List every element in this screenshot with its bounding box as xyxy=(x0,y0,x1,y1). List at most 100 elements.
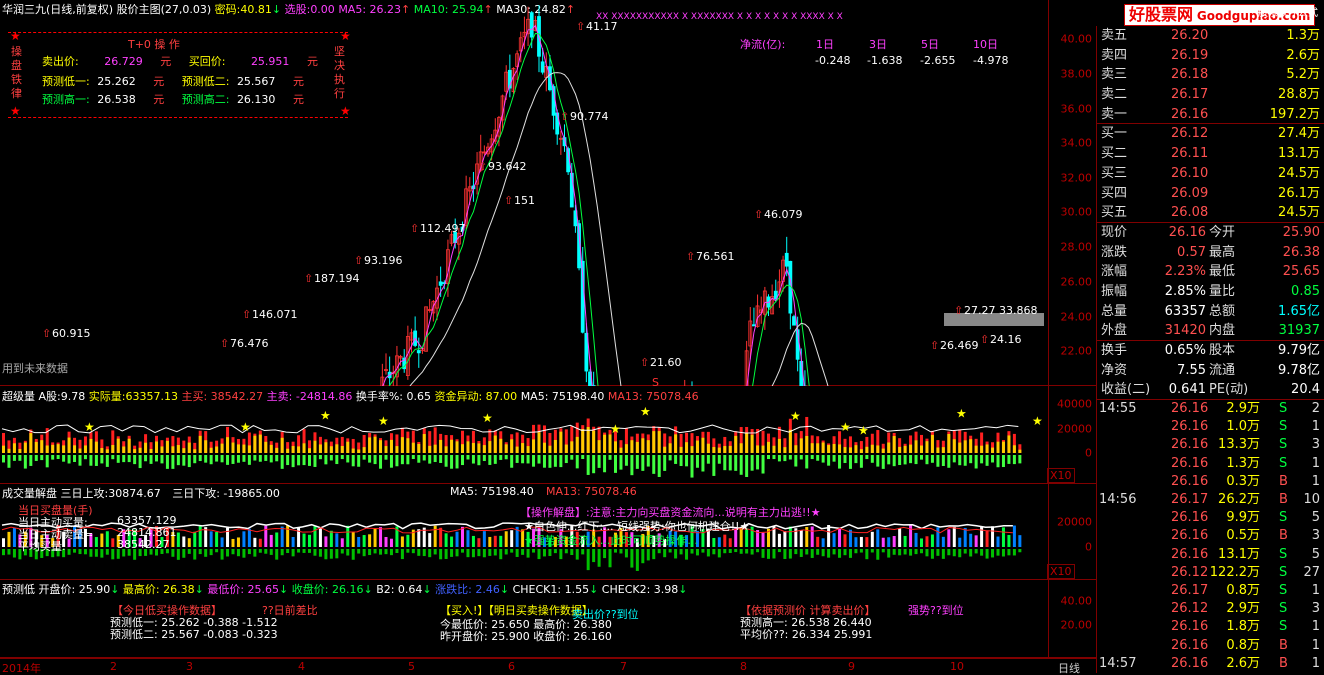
quote-value: 2.23% xyxy=(1164,264,1206,280)
volume-bar-main xyxy=(297,446,301,453)
volume-bar-main xyxy=(428,445,432,453)
volume-bar-sell xyxy=(198,455,202,462)
x10-button[interactable]: X10 xyxy=(1047,468,1075,483)
tick-row[interactable]: 26.16 9.9万 S 5 xyxy=(1097,509,1324,527)
price-tick: 28.00 xyxy=(1060,240,1093,254)
indicator-bar xyxy=(187,538,191,547)
volume-bar-main xyxy=(1018,449,1022,453)
tick-row[interactable]: 26.12 2.9万 S 3 xyxy=(1097,600,1324,618)
tick-row[interactable]: 26.16 0.5万 B 3 xyxy=(1097,527,1324,545)
indicator-bar-neg xyxy=(838,549,842,558)
tick-row[interactable]: 14:55 26.16 2.9万 S 2 xyxy=(1097,400,1324,418)
indicator-bar-neg xyxy=(340,549,344,554)
indicator-bar xyxy=(723,534,727,547)
tick-row[interactable]: 26.16 13.3万 S 3 xyxy=(1097,436,1324,454)
indicator-bar-neg xyxy=(12,549,16,558)
quote-value: 31420 xyxy=(1164,323,1206,339)
indicator-tick: 20000 xyxy=(1057,515,1092,529)
tick-row[interactable]: 26.16 1.0万 S 1 xyxy=(1097,418,1324,436)
tick-row[interactable]: 26.12 122.2万 S 27 xyxy=(1097,564,1324,582)
star-icon: ★ xyxy=(1032,414,1043,428)
indicator-bar-neg xyxy=(674,549,678,559)
volume-bar-main xyxy=(772,445,776,453)
tick-row[interactable]: 26.16 0.8万 B 1 xyxy=(1097,637,1324,655)
low-price: 最低价: 25.65 xyxy=(207,583,280,596)
volume-bar-main xyxy=(898,446,902,453)
volume-bar-main xyxy=(832,443,836,453)
tick-row[interactable]: 26.17 0.8万 S 1 xyxy=(1097,582,1324,600)
indicator-bar-neg xyxy=(477,549,481,557)
volume-bar-main xyxy=(788,429,792,453)
volume-bar-main xyxy=(783,447,787,453)
check2-value: CHECK2: 3.98 xyxy=(601,583,679,596)
volume-bar-sell xyxy=(614,455,617,473)
volume-bar-main xyxy=(466,441,470,453)
volume-bar-sell xyxy=(160,455,164,464)
indicator-panel[interactable]: 成交量解盘 三日上攻:30874.67 三日下攻: -19865.00 MA5:… xyxy=(0,484,1096,580)
volume-bar-main xyxy=(581,429,585,453)
tick-row[interactable]: 14:57 26.16 2.6万 B 1 xyxy=(1097,655,1324,673)
indicator-bar xyxy=(308,534,311,547)
volume-bar-main xyxy=(471,442,475,453)
order-book-price: 26.09 xyxy=(1171,185,1209,201)
volume-bar-main xyxy=(444,446,448,453)
indicator-axis: 20000 0 X10 xyxy=(1047,484,1096,580)
tick-list[interactable]: 14:55 26.16 2.9万 S 2 26.16 1.0万 S 1 26.16 13.3万 S 3 2… xyxy=(1097,400,1324,673)
tick-row[interactable]: 26.16 13.1万 S 5 xyxy=(1097,546,1324,564)
tick-side: B xyxy=(1279,528,1288,544)
indicator-bar-neg xyxy=(373,549,377,554)
volume-bar-main xyxy=(914,440,918,453)
volume-bar-main xyxy=(936,447,940,453)
tick-row[interactable]: 14:56 26.17 26.2万 B 10 xyxy=(1097,491,1324,509)
volume-bar-main xyxy=(920,445,923,453)
volume-bar-main xyxy=(138,447,142,453)
quote-label: 现价 xyxy=(1101,224,1128,240)
indicator-bar xyxy=(258,538,262,547)
indicator-bar-neg xyxy=(318,549,322,557)
volume-panel[interactable]: 超级量 A股:9.78 实际量:63357.13 主买: 38542.27 主卖… xyxy=(0,386,1096,484)
main-chart-panel[interactable]: 华润三九(日线,前复权) 股价主图(27,0.03) 密码:40.81↓ 选股:… xyxy=(0,0,1096,386)
indicator-bar-neg xyxy=(1012,549,1016,556)
volume-bar-main xyxy=(45,445,49,453)
tick-count: 1 xyxy=(1311,637,1320,653)
tick-volume: 122.2万 xyxy=(1209,564,1260,580)
volume-bar-main xyxy=(1012,445,1016,453)
indicator-bar xyxy=(461,526,464,547)
volume-bar-sell xyxy=(73,455,77,463)
x10-button[interactable]: X10 xyxy=(1047,564,1075,579)
indicator-bar-neg xyxy=(362,549,366,557)
volume-bar-main xyxy=(160,446,164,453)
indicator-bar-neg xyxy=(641,549,645,564)
tick-row[interactable]: 26.16 1.8万 S 1 xyxy=(1097,618,1324,636)
volume-bar-main xyxy=(2,445,5,453)
volume-bar-main xyxy=(51,444,55,453)
volume-bar-main xyxy=(499,438,503,453)
candlestick-chart[interactable]: ⇧ 41.17⇧ 90.774⇧ 93.642⇧ 151⇧ 112.497⇧ 93.196⇧… xyxy=(0,0,1048,386)
indicator-bar-neg xyxy=(521,549,525,555)
tick-count: 1 xyxy=(1311,419,1320,435)
price-tick: 26.00 xyxy=(1060,275,1093,289)
prediction-panel[interactable]: 预测低 开盘价: 25.90↓ 最高价: 26.38↓ 最低价: 25.65↓ … xyxy=(0,580,1096,658)
volume-bar-sell xyxy=(816,455,820,461)
indicator-bar-neg xyxy=(444,549,448,559)
volume-bar-sell xyxy=(991,455,995,463)
price-annotation: 151 xyxy=(514,194,535,207)
tick-price: 26.16 xyxy=(1171,528,1209,544)
price-tick: 32.00 xyxy=(1060,171,1093,185)
indicator-bar-neg xyxy=(832,549,836,555)
volume-bar-sell xyxy=(144,455,148,462)
volume-bar-main xyxy=(286,448,290,453)
period-label[interactable]: 日线 xyxy=(1058,660,1080,675)
volume-bar-sell xyxy=(739,455,743,475)
volume-bar-sell xyxy=(870,455,874,463)
financial-value: 7.55 xyxy=(1177,362,1206,378)
tick-price: 26.16 xyxy=(1171,473,1209,489)
tick-row[interactable]: 26.16 1.3万 S 1 xyxy=(1097,455,1324,473)
volume-bar-main xyxy=(996,441,1000,453)
volume-bar-sell xyxy=(67,455,71,464)
avg-buy-value: 38542.27 xyxy=(117,538,170,551)
year-label: 2014年 xyxy=(2,662,41,675)
volume-bar-sell xyxy=(83,455,87,460)
tick-row[interactable]: 26.16 0.3万 B 1 xyxy=(1097,473,1324,491)
volume-bar-main xyxy=(308,448,311,453)
